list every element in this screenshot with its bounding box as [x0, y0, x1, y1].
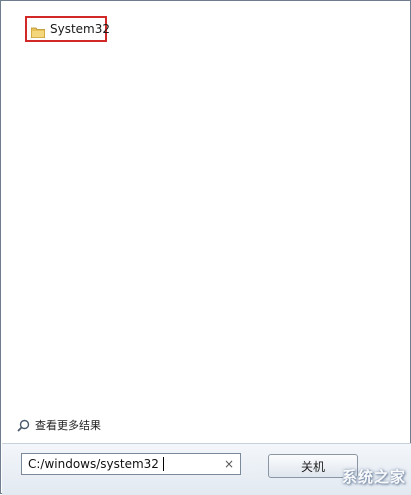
search-icon — [17, 419, 30, 432]
see-more-label: 查看更多结果 — [35, 419, 101, 432]
text-caret — [162, 457, 164, 471]
folder-label: System32 — [50, 22, 111, 36]
watermark-logo: 系统之家 — [341, 468, 406, 486]
folder-icon — [30, 23, 46, 39]
see-more-results-link[interactable]: 查看更多结果 — [17, 417, 101, 433]
search-input[interactable]: C:/windows/system32 × — [21, 453, 241, 475]
clear-search-icon[interactable]: × — [224, 457, 234, 471]
start-menu-panel: System32 查看更多结果 C:/windows/system32 × 关机… — [0, 0, 411, 495]
result-folder-system32[interactable]: System32 — [25, 16, 111, 42]
search-input-value: C:/windows/system32 — [28, 457, 159, 471]
